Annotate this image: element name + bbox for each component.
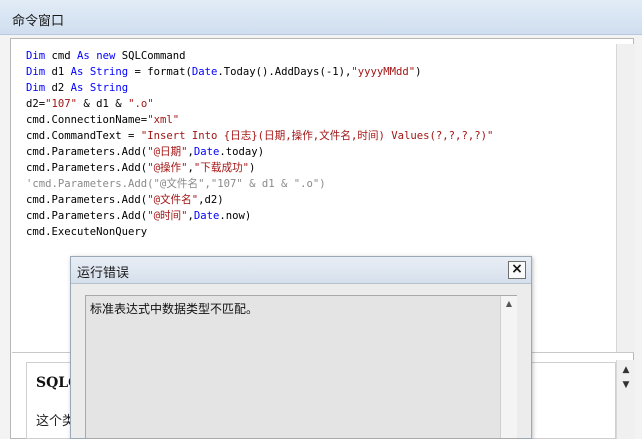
code-token: "@文件名": [147, 194, 199, 206]
code-token: "Insert Into {日志}(日期,操作,文件名,时间) Values(?…: [140, 130, 494, 142]
code-token: = format(: [128, 66, 192, 78]
code-token: Date: [191, 66, 218, 78]
code-token: ): [249, 162, 256, 174]
message-scrollbar[interactable]: ▲: [500, 296, 517, 438]
dialog-titlebar[interactable]: 运行错误 ×: [71, 257, 531, 284]
code-token: Dim: [26, 50, 46, 62]
code-line: Dim d2 As String: [26, 80, 128, 96]
code-token: "@日期": [147, 146, 188, 158]
code-token: cmd: [45, 50, 78, 62]
code-token: "yyyyMMdd": [351, 66, 416, 78]
error-message: 标准表达式中数据类型不匹配。: [90, 302, 259, 316]
code-token: "107": [45, 98, 78, 110]
code-line: cmd.Parameters.Add("@日期",Date.today): [26, 144, 264, 160]
code-token: "@操作": [147, 162, 188, 174]
code-token: cmd.ConnectionName=: [26, 114, 148, 126]
code-line: cmd.Parameters.Add("@操作","下载成功"): [26, 160, 255, 176]
dialog-title: 运行错误: [77, 266, 130, 281]
code-line: Dim d1 As String = format(Date.Today().A…: [26, 64, 422, 80]
code-token: d2: [45, 82, 71, 94]
command-window-titlebar: 命令窗口: [0, 0, 642, 35]
error-dialog: 运行错误 × 标准表达式中数据类型不匹配。 ▲: [70, 256, 532, 439]
error-message-box: 标准表达式中数据类型不匹配。 ▲: [85, 295, 517, 439]
code-token: ".o": [128, 98, 154, 110]
code-token: new: [96, 50, 116, 62]
code-line: cmd.ExecuteNonQuery: [26, 224, 147, 240]
scroll-down-icon[interactable]: ▼: [619, 378, 633, 392]
code-token: ): [415, 66, 422, 78]
code-token: SQLCommand: [115, 50, 186, 62]
code-line: cmd.ConnectionName="xml": [26, 112, 179, 128]
code-token: cmd.Parameters.Add(: [26, 210, 148, 222]
code-token: d2=: [26, 98, 46, 110]
code-token: cmd.CommandText =: [26, 130, 141, 142]
code-token: "xml": [147, 114, 180, 126]
code-token: & d1 &: [77, 98, 129, 110]
code-line: d2="107" & d1 & ".o": [26, 96, 154, 112]
code-token: d1: [45, 66, 71, 78]
code-token: ,d2): [198, 194, 224, 206]
code-token: 'cmd.Parameters.Add("@文件名","107" & d1 & …: [26, 178, 326, 190]
help-scrollbar[interactable]: ▲ ▼: [616, 360, 635, 439]
code-token: Dim: [26, 66, 46, 78]
code-line: cmd.Parameters.Add("@时间",Date.now): [26, 208, 251, 224]
code-token: Dim: [26, 82, 46, 94]
code-token: String: [89, 82, 129, 94]
code-line: cmd.Parameters.Add("@文件名",d2): [26, 192, 224, 208]
code-line: cmd.CommandText = "Insert Into {日志}(日期,操…: [26, 128, 493, 144]
code-token: cmd.ExecuteNonQuery: [26, 226, 148, 238]
code-token: cmd.Parameters.Add(: [26, 162, 148, 174]
code-token: Date: [193, 146, 220, 158]
code-token: String: [89, 66, 129, 78]
code-token: As: [70, 66, 84, 78]
code-token: cmd.Parameters.Add(: [26, 194, 148, 206]
code-token: .now): [219, 210, 252, 222]
code-token: cmd.Parameters.Add(: [26, 146, 148, 158]
editor-scrollbar[interactable]: [616, 44, 635, 352]
code-line: 'cmd.Parameters.Add("@文件名","107" & d1 & …: [26, 176, 326, 192]
code-line: Dim cmd As new SQLCommand: [26, 48, 186, 64]
code-token: .Today().AddDays(-1),: [217, 66, 352, 78]
code-token: Date: [193, 210, 220, 222]
scroll-up-icon[interactable]: ▲: [502, 298, 516, 310]
scroll-up-icon[interactable]: ▲: [619, 363, 633, 377]
code-token: As: [70, 82, 84, 94]
close-icon[interactable]: ×: [508, 261, 526, 279]
code-token: .today): [219, 146, 265, 158]
code-token: "下载成功": [193, 162, 250, 174]
window-title: 命令窗口: [12, 14, 65, 29]
code-token: "@时间": [147, 210, 188, 222]
code-token: As: [77, 50, 90, 62]
